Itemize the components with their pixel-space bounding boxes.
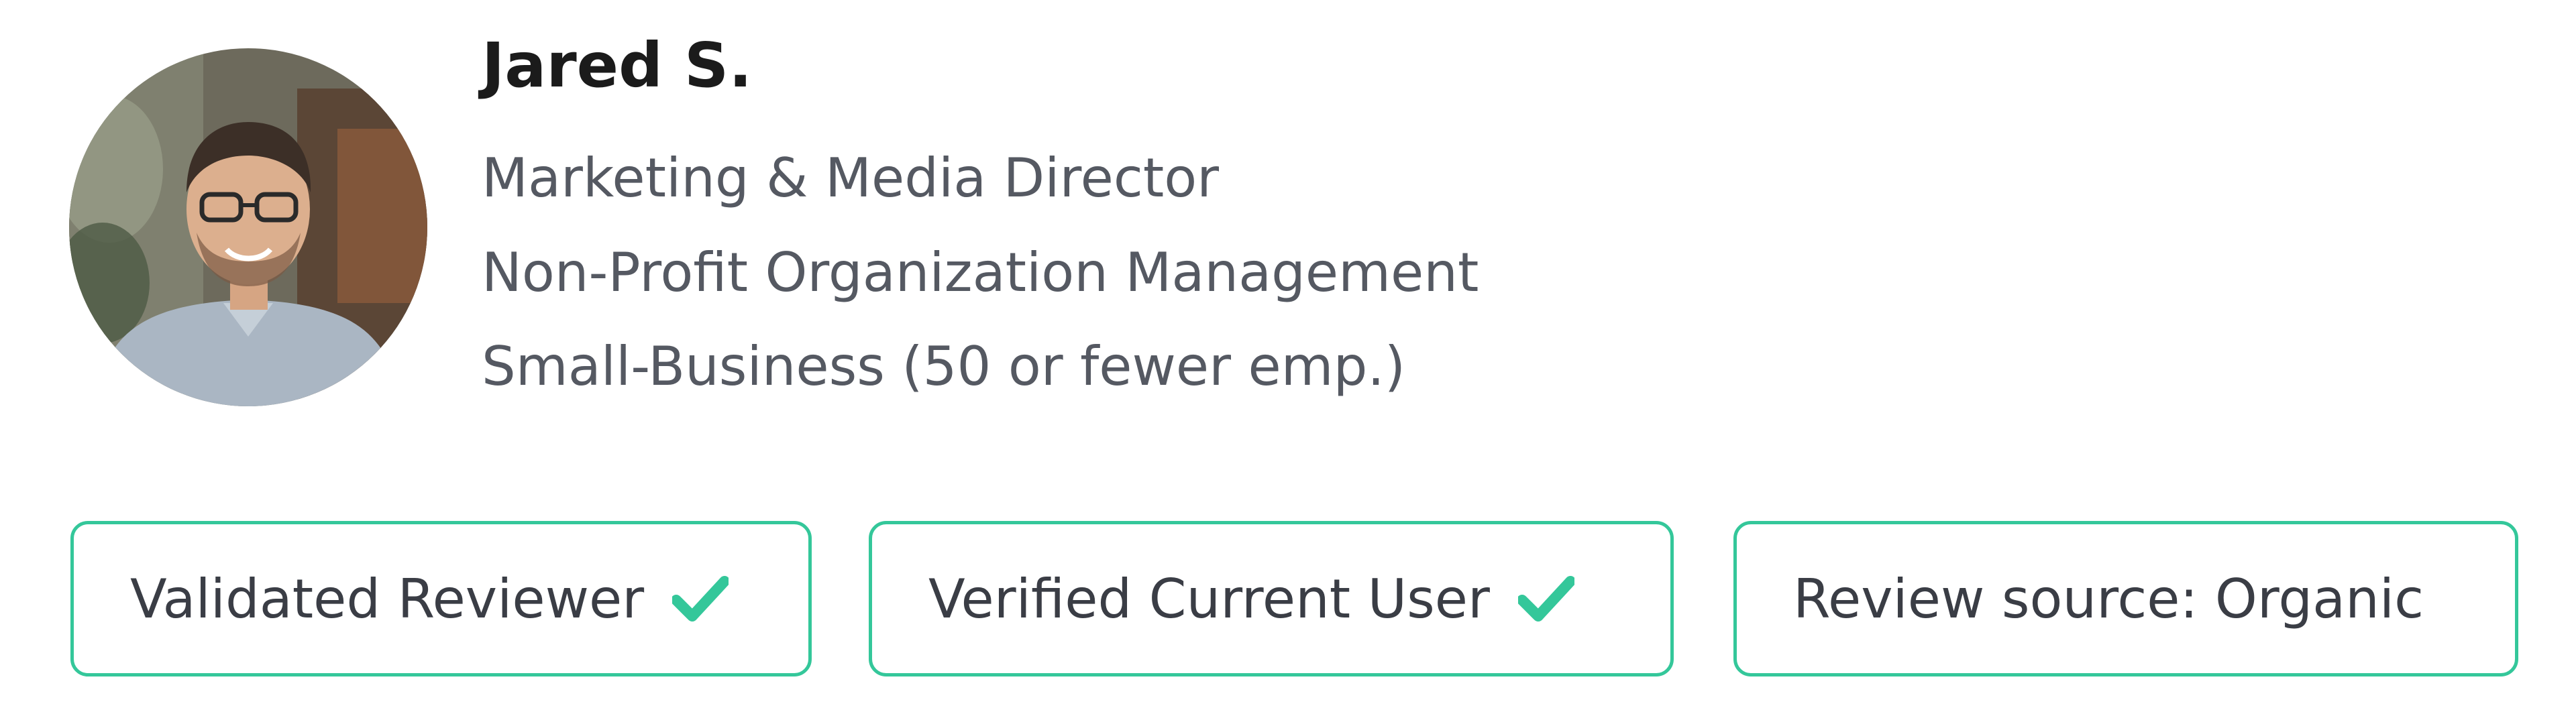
- checkmark-icon: [1517, 576, 1574, 622]
- validated-reviewer-badge: Validated Reviewer: [70, 521, 812, 676]
- reviewer-company-size: Small-Business (50 or fewer emp.): [482, 335, 1406, 398]
- reviewer-industry: Non-Profit Organization Management: [482, 241, 1479, 304]
- badge-label: Review source: Organic: [1793, 567, 2424, 630]
- badge-label: Verified Current User: [928, 567, 1490, 630]
- verified-current-user-badge: Verified Current User: [869, 521, 1674, 676]
- checkmark-icon: [672, 576, 729, 622]
- reviewer-name: Jared S.: [482, 30, 753, 101]
- reviewer-job-title: Marketing & Media Director: [482, 147, 1220, 209]
- avatar-photo: [69, 48, 427, 406]
- badge-label: Validated Reviewer: [130, 567, 645, 630]
- reviewer-avatar: [69, 48, 427, 406]
- review-source-badge: Review source: Organic: [1733, 521, 2518, 676]
